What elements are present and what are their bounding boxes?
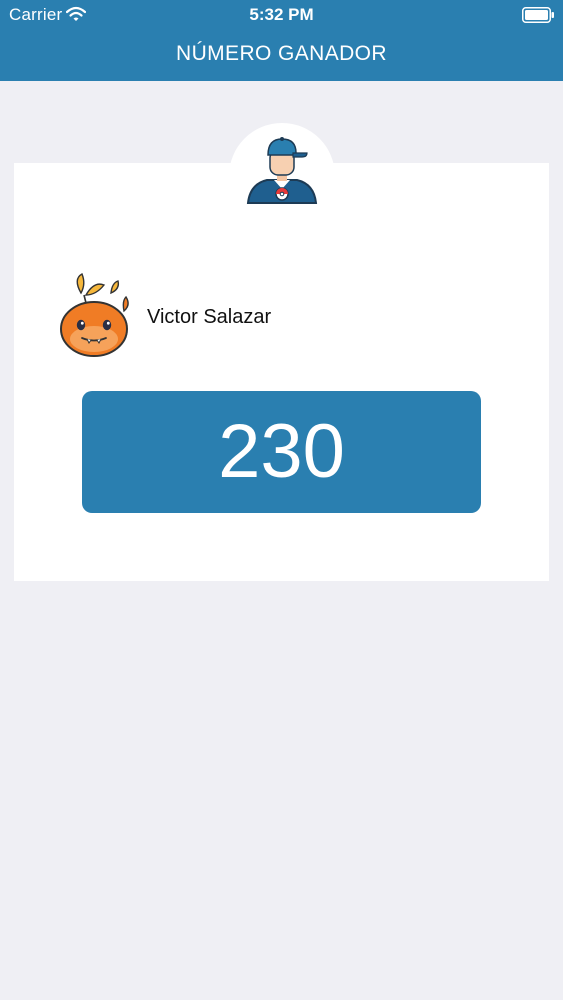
status-time: 5:32 PM — [249, 5, 314, 24]
trainer-avatar-icon — [229, 123, 335, 229]
status-bar: Carrier 5:32 PM — [0, 0, 563, 30]
fire-pokemon-icon — [56, 273, 136, 359]
battery-icon — [522, 7, 555, 23]
winning-number: 230 — [218, 409, 345, 494]
player-name: Victor Salazar — [147, 306, 272, 328]
page-title: NÚMERO GANADOR — [176, 42, 387, 65]
navigation-header: Carrier 5:32 PM NÚMERO GANADOR — [0, 0, 563, 81]
winning-number-box: 230 — [82, 391, 481, 513]
